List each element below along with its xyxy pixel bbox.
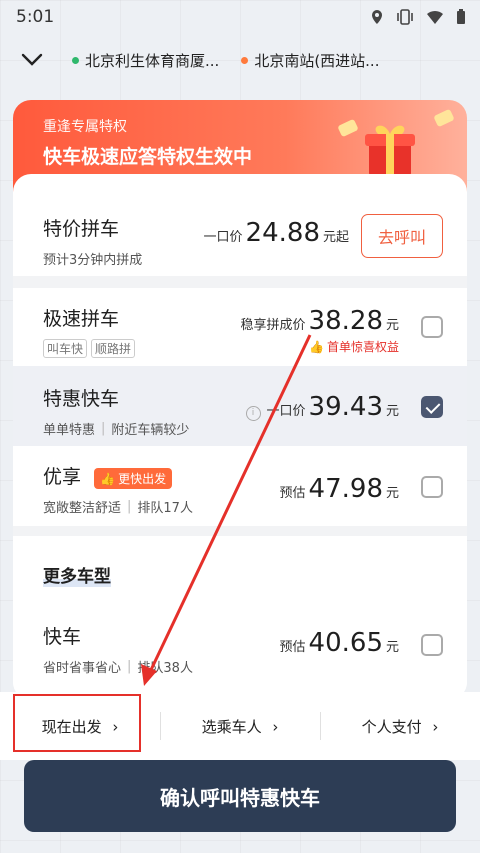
price-unit: 元 xyxy=(385,404,399,419)
option-express[interactable]: 快车 省时省事省心 | 排队38人 预估 40.65 元 xyxy=(13,616,467,700)
option-subtitle: 省时省事省心 | 排队38人 xyxy=(43,657,437,676)
tag-on-the-way: 顺路拼 xyxy=(91,339,136,358)
fast-pool-checkbox[interactable] xyxy=(421,316,443,338)
option-price: i 一口价 39.43 元 xyxy=(245,392,399,422)
option-premier[interactable]: 优享 👍 更快出发 宽敞整洁舒适 | 排队17人 预估 47.98 元 xyxy=(13,446,467,526)
thumb-up-icon: 👍 xyxy=(100,471,116,486)
chevron-right-icon: › xyxy=(432,717,439,736)
sub-deal: 单单特惠 xyxy=(43,423,96,438)
vibrate-icon xyxy=(397,9,413,25)
sub-availability: 附近车辆较少 xyxy=(111,423,190,438)
info-icon[interactable]: i xyxy=(245,406,261,421)
gift-box-icon xyxy=(365,125,415,176)
price-label: 一口价 xyxy=(203,230,243,245)
price-unit: 元 xyxy=(385,486,399,501)
premier-checkbox[interactable] xyxy=(421,476,443,498)
sub-queue: 排队38人 xyxy=(137,661,193,676)
option-title: 优享 xyxy=(43,466,82,488)
route-origin[interactable]: 北京利生体育商厦... xyxy=(72,50,219,71)
bonus-text: 首单惊喜权益 xyxy=(326,340,399,354)
battery-icon xyxy=(457,9,465,24)
price-value: 40.65 xyxy=(308,628,383,658)
price-unit: 元起 xyxy=(322,230,349,245)
confirm-hail-button[interactable]: 确认呼叫特惠快车 xyxy=(24,760,456,832)
chevron-down-icon[interactable] xyxy=(18,46,46,74)
route-destination[interactable]: 北京南站(西进站... xyxy=(241,50,379,71)
sub-convenience: 省时省事省心 xyxy=(43,661,122,676)
passenger-selector[interactable]: 选乘车人 › xyxy=(160,711,320,740)
badge-text: 更快出发 xyxy=(118,472,167,486)
wifi-icon xyxy=(427,10,443,24)
payment-label: 个人支付 xyxy=(361,717,422,736)
divider: | xyxy=(127,659,132,674)
route-bar: 北京利生体育商厦... 北京南站(西进站... xyxy=(0,40,480,80)
option-special-pool[interactable]: 特价拼车 预计3分钟内拼成 一口价 24.88 元起 去呼叫 xyxy=(13,196,467,276)
bonus-note: 👍 首单惊喜权益 xyxy=(309,338,399,355)
status-bar: 5:01 xyxy=(0,0,480,34)
chevron-right-icon: › xyxy=(272,717,279,736)
price-label: 预估 xyxy=(279,486,306,501)
price-value: 38.28 xyxy=(308,306,383,336)
origin-label: 北京利生体育商厦... xyxy=(85,51,220,70)
price-unit: 元 xyxy=(385,318,399,333)
special-express-checkbox[interactable] xyxy=(421,396,443,418)
more-types-header: 更多车型 xyxy=(43,567,111,587)
divider: | xyxy=(101,421,106,436)
price-label: 一口价 xyxy=(266,404,306,419)
destination-dot xyxy=(241,56,249,64)
option-price: 预估 40.65 元 xyxy=(280,628,399,658)
passenger-label: 选乘车人 xyxy=(201,717,262,736)
location-icon xyxy=(372,10,382,24)
payment-selector[interactable]: 个人支付 › xyxy=(320,711,480,740)
thumb-up-icon: 👍 xyxy=(309,339,324,354)
sub-queue: 排队17人 xyxy=(137,501,193,516)
option-special-express[interactable]: 特惠快车 单单特惠 | 附近车辆较少 i 一口价 39.43 元 xyxy=(13,366,467,446)
origin-dot xyxy=(72,56,79,64)
go-hail-button[interactable]: 去呼叫 xyxy=(361,214,443,258)
clock: 5:01 xyxy=(16,7,55,27)
price-label: 预估 xyxy=(279,640,306,655)
price-value: 39.43 xyxy=(308,392,383,422)
price-value: 24.88 xyxy=(245,218,320,248)
annotation-highlight-box xyxy=(13,694,141,752)
sub-comfort: 宽敞整洁舒适 xyxy=(43,501,122,516)
express-checkbox[interactable] xyxy=(421,634,443,656)
tag-fast-hail: 叫车快 xyxy=(43,339,88,358)
price-unit: 元 xyxy=(385,640,399,655)
ride-options-card: 重逢专属特权 快车极速应答特权生效中 特价拼车 预计3分钟内拼成 一口价 24.… xyxy=(13,100,467,700)
option-price: 稳享拼成价 38.28 元 xyxy=(241,306,399,336)
faster-badge: 👍 更快出发 xyxy=(94,468,173,489)
option-price: 一口价 24.88 元起 xyxy=(204,218,349,248)
price-label: 稳享拼成价 xyxy=(240,318,306,333)
price-value: 47.98 xyxy=(308,474,383,504)
option-price: 预估 47.98 元 xyxy=(280,474,399,504)
option-fast-pool[interactable]: 极速拼车 叫车快 顺路拼 稳享拼成价 38.28 元 👍 首单惊喜权益 xyxy=(13,288,467,366)
divider: | xyxy=(127,499,132,514)
destination-label: 北京南站(西进站... xyxy=(254,51,380,70)
